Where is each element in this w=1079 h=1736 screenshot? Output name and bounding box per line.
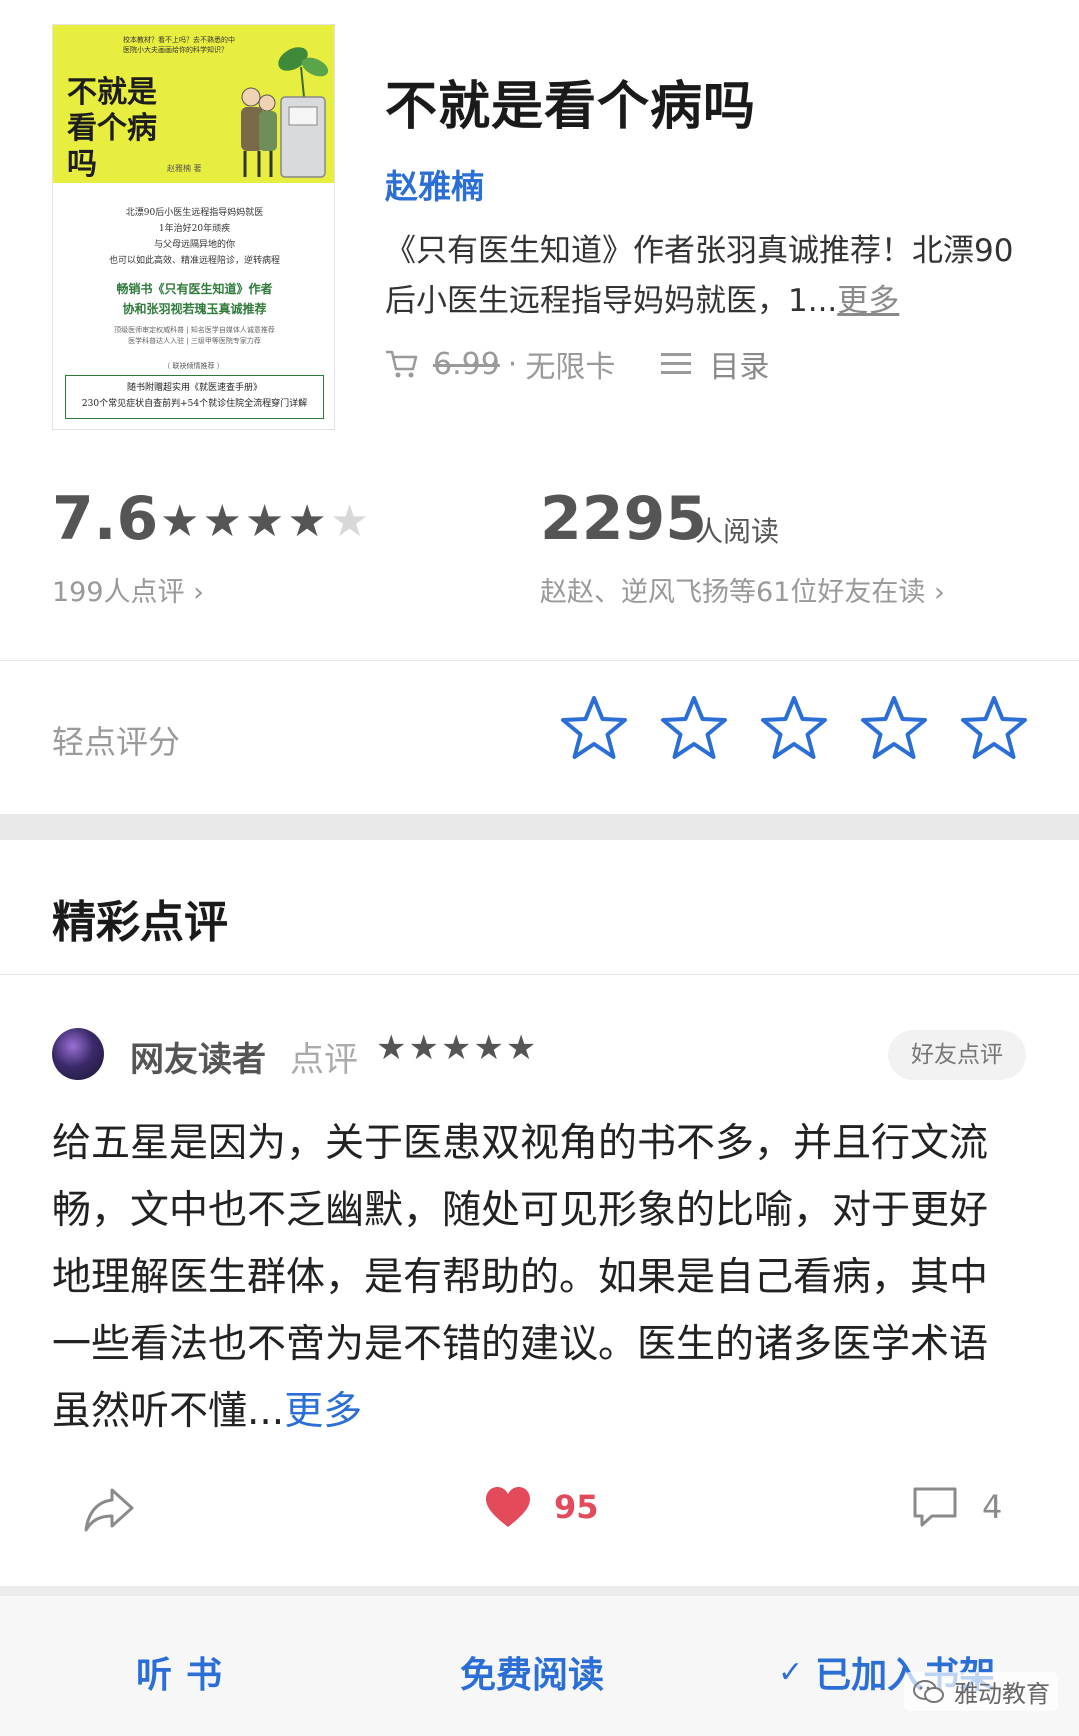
price-separator: · <box>507 346 518 382</box>
free-read-button[interactable]: 免费阅读 <box>460 1646 604 1698</box>
like-count: 95 <box>554 1488 599 1526</box>
cover-top-panel: 校本教材？看不上吗？去不熟悉的中 医院小大夫画画给你的科学知识？ 不就是 看个病… <box>53 25 334 183</box>
like-button[interactable]: 95 <box>484 1486 599 1528</box>
rating-star-filled-icon: ★ <box>287 496 330 547</box>
rate-star-icon[interactable] <box>960 694 1028 762</box>
readers-count: 2295 <box>540 484 707 554</box>
book-description-text: 《只有医生知道》作者张羽真诚推荐！北漂90后小医生远程指导妈妈就医，1... <box>385 233 1014 319</box>
unlimited-card-label[interactable]: 无限卡 <box>525 342 615 386</box>
bottom-bar-shadow <box>0 1586 1079 1596</box>
price-row: 6.99 · 无限卡 目录 <box>385 342 769 386</box>
comment-button[interactable]: 4 <box>912 1486 1002 1528</box>
cover-blurb: 北漂90后小医生远程指导妈妈就医 1年治好20年顽疾 与父母远隔异地的你 也可以… <box>108 208 280 266</box>
bottom-action-bar: 听书 免费阅读 ✓ 已加入书架 <box>0 1596 1079 1736</box>
toc-button[interactable]: 目录 <box>661 342 769 386</box>
featured-reviews-title: 精彩点评 <box>52 897 228 948</box>
menu-lines-icon <box>661 353 692 375</box>
wechat-icon <box>913 1679 944 1703</box>
rate-star-icon[interactable] <box>660 694 728 762</box>
comment-icon <box>913 1487 957 1527</box>
rating-star-filled-icon: ★ <box>244 496 288 547</box>
review-body: 给五星是因为，关于医患双视角的书不多，并且行文流畅，文中也不乏幽默，随处可见形象… <box>52 1110 1012 1445</box>
watermark-text: 雅动教育 <box>954 1680 1050 1708</box>
original-price: 6.99 <box>433 346 500 382</box>
divider <box>0 660 1079 661</box>
rating-stars: ★★★★★ <box>160 496 372 547</box>
cover-illustration-icon <box>241 47 329 178</box>
rating-star-empty-icon: ★ <box>329 496 373 547</box>
section-separator <box>0 814 1079 840</box>
cover-title: 不就是 看个病吗 <box>67 75 157 182</box>
review-text: 给五星是因为，关于医患双视角的书不多，并且行文流畅，文中也不乏幽默，随处可见形象… <box>52 1121 989 1434</box>
review-more-link[interactable]: 更多 <box>284 1389 362 1434</box>
cover-promo: 畅销书《只有医生知道》作者 协和张羽视若瑰玉真诚推荐 <box>116 282 273 316</box>
reviewer-name[interactable]: 网友读者 <box>130 1032 266 1081</box>
rating-star-filled-icon: ★ <box>202 496 245 547</box>
review-verb: 点评 <box>290 1040 358 1080</box>
rate-star-icon[interactable] <box>560 694 628 762</box>
rate-stars <box>560 694 1028 762</box>
watermark: 雅动教育 <box>904 1672 1058 1711</box>
readers-unit: 人阅读 <box>695 515 780 548</box>
cover-body: 北漂90后小医生远程指导妈妈就医 1年治好20年顽疾 与父母远隔异地的你 也可以… <box>53 183 334 429</box>
comment-count: 4 <box>982 1488 1003 1526</box>
book-title: 不就是看个病吗 <box>385 76 757 137</box>
rating-star-filled-icon: ★ <box>160 496 203 547</box>
toc-label: 目录 <box>709 350 770 385</box>
divider <box>0 974 1079 975</box>
tap-to-rate-label: 轻点评分 <box>52 723 181 761</box>
review-count-link[interactable]: 199人点评 › <box>52 570 204 609</box>
book-description: 《只有医生知道》作者张羽真诚推荐！北漂90后小医生远程指导妈妈就医，1...更多 <box>385 226 1035 326</box>
cover-fine-print: 顶级医师审定权威科普 | 知名医学自媒体人诚意推荐 医学科普达人入驻 | 三级甲… <box>114 326 275 345</box>
heart-icon <box>486 1487 530 1527</box>
rate-star-icon[interactable] <box>860 694 928 762</box>
cover-gift-box: 随书附赠超实用《就医速查手册》 230个常见症状自查前判+54个就诊住院全流程穿… <box>65 375 324 419</box>
friend-review-badge[interactable]: 好友点评 <box>888 1030 1026 1080</box>
rate-star-icon[interactable] <box>760 694 828 762</box>
cover-recommend: （ 联袂倾情推荐 ） <box>163 362 224 370</box>
friends-reading-link[interactable]: 赵赵、逆风飞扬等61位好友在读 › <box>540 570 945 609</box>
book-cover[interactable]: 校本教材？看不上吗？去不熟悉的中 医院小大夫画画给你的科学知识？ 不就是 看个病… <box>52 24 335 430</box>
review-stars: ★★★★★ <box>376 1028 539 1068</box>
avatar[interactable] <box>52 1028 104 1080</box>
share-icon[interactable] <box>82 1486 136 1532</box>
description-more-link[interactable]: 更多 <box>837 283 899 319</box>
cover-author: 赵雅楠 著 <box>167 164 202 173</box>
rating-score: 7.6 <box>52 484 159 554</box>
listen-button[interactable]: 听书 <box>136 1646 236 1698</box>
book-author-link[interactable]: 赵雅楠 <box>385 160 484 208</box>
check-icon: ✓ <box>778 1654 804 1690</box>
cart-icon <box>386 350 418 378</box>
